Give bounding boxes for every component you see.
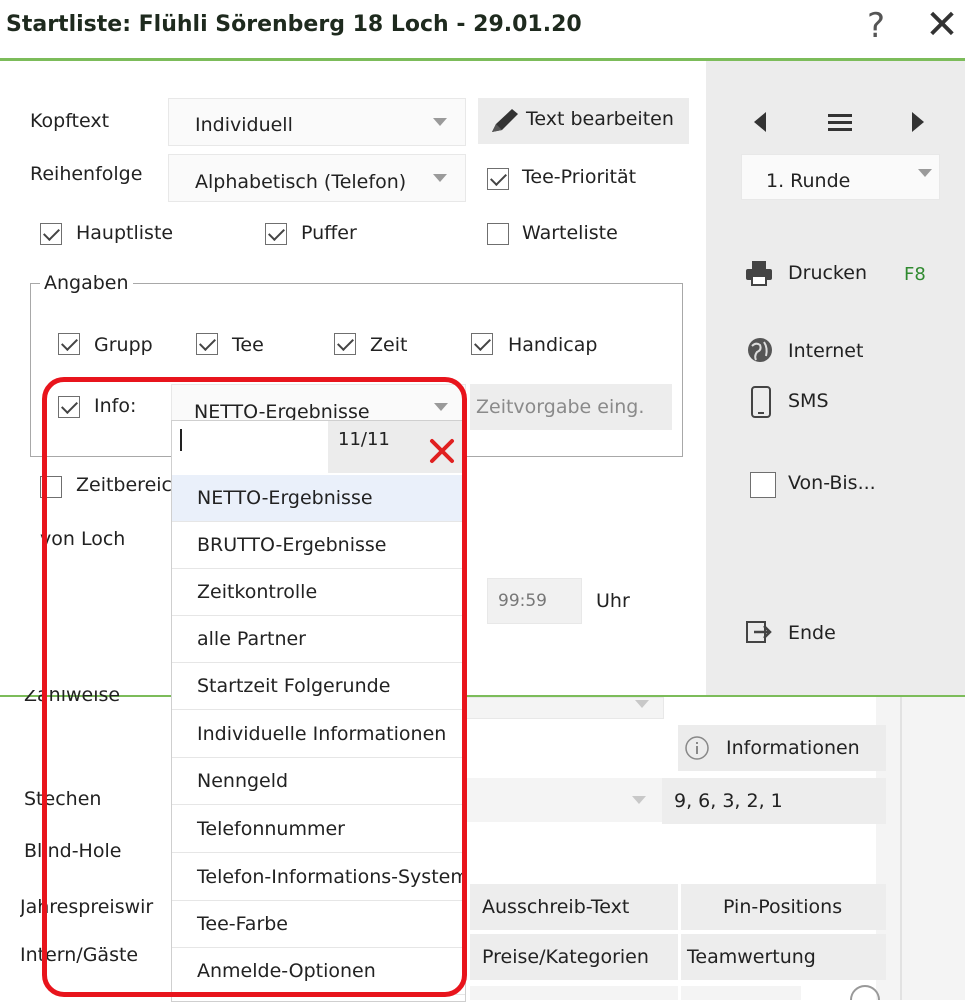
- zeit-checkbox[interactable]: [334, 333, 356, 355]
- drucken-shortcut: F8: [904, 264, 926, 285]
- tee-prioritaet-checkbox[interactable]: [487, 168, 509, 190]
- lower-right-panel: [876, 697, 965, 1000]
- reihenfolge-value: Alphabetisch (Telefon): [195, 171, 407, 193]
- hauptliste-label: Hauptliste: [76, 222, 174, 244]
- preise-kategorien-button[interactable]: Preise/Kategorien: [470, 934, 678, 980]
- informationen-button[interactable]: Informationen: [678, 725, 886, 771]
- preise-kategorien-label: Preise/Kategorien: [482, 946, 649, 968]
- warteliste-checkbox[interactable]: [487, 223, 509, 245]
- hauptliste-checkbox[interactable]: [40, 223, 62, 245]
- chevron-down-icon: [635, 700, 649, 708]
- pencil-icon: [492, 109, 518, 132]
- ausschreib-text-label: Ausschreib-Text: [482, 896, 630, 918]
- stechen-value: 9, 6, 3, 2, 1: [674, 790, 783, 812]
- help-button[interactable]: ?: [856, 4, 896, 48]
- text-bearbeiten-button[interactable]: Text bearbeiten: [478, 98, 689, 144]
- text-bearbeiten-label: Text bearbeiten: [526, 108, 674, 130]
- zeitvorgabe-button[interactable]: Zeitvorgabe eing.: [470, 384, 672, 430]
- tee-checkbox[interactable]: [196, 333, 218, 355]
- chevron-down-icon: [632, 796, 646, 804]
- zeit-label: Zeit: [370, 334, 408, 356]
- lower-field-row-2: [681, 986, 801, 1000]
- reihenfolge-label: Reihenfolge: [30, 163, 143, 185]
- handicap-label: Handicap: [508, 334, 598, 356]
- lower-right-divider: [900, 697, 902, 1000]
- phone-icon: [751, 386, 771, 418]
- grupp-label: Grupp: [94, 334, 153, 356]
- chevron-down-icon: [918, 169, 932, 177]
- handicap-checkbox[interactable]: [471, 333, 493, 355]
- grupp-checkbox[interactable]: [58, 333, 80, 355]
- sms-button[interactable]: SMS: [744, 386, 944, 422]
- ende-label: Ende: [788, 622, 836, 644]
- zeitvorgabe-label: Zeitvorgabe eing.: [476, 396, 645, 418]
- runde-select[interactable]: 1. Runde: [741, 154, 940, 200]
- window-title: Startliste: Flühli Sörenberg 18 Loch - 2…: [6, 12, 582, 37]
- puffer-label: Puffer: [301, 222, 357, 244]
- kopftext-select[interactable]: Individuell: [168, 98, 466, 146]
- uhr-label: Uhr: [596, 590, 630, 612]
- von-bis-label: Von-Bis...: [788, 472, 876, 494]
- ausschreib-text-button[interactable]: Ausschreib-Text: [470, 884, 678, 930]
- reihenfolge-select[interactable]: Alphabetisch (Telefon): [168, 154, 466, 202]
- runde-value: 1. Runde: [766, 170, 851, 192]
- close-button[interactable]: ✕: [922, 2, 962, 48]
- drucken-label: Drucken: [788, 262, 867, 284]
- drucken-button[interactable]: Drucken F8: [744, 256, 959, 296]
- time-input[interactable]: 99:59: [487, 578, 582, 624]
- von-bis-checkbox[interactable]: [750, 472, 776, 498]
- printer-icon: [746, 261, 772, 286]
- pin-positions-button[interactable]: Pin-Positions: [681, 884, 886, 930]
- angaben-label: Angaben: [40, 272, 133, 294]
- previous-icon[interactable]: [748, 108, 772, 136]
- informationen-label: Informationen: [726, 737, 860, 759]
- stechen-value-field[interactable]: 9, 6, 3, 2, 1: [662, 778, 886, 824]
- kopftext-value: Individuell: [195, 114, 293, 136]
- sms-label: SMS: [788, 390, 829, 412]
- next-icon[interactable]: [906, 108, 930, 136]
- chevron-down-icon: [433, 174, 447, 182]
- stechen-select[interactable]: [466, 778, 662, 822]
- tee-label: Tee: [232, 334, 264, 356]
- menu-icon[interactable]: [826, 110, 854, 134]
- tee-prioritaet-label: Tee-Priorität: [522, 166, 637, 188]
- highlight-frame: [42, 377, 467, 997]
- time-value: 99:59: [498, 591, 547, 611]
- ende-button[interactable]: Ende: [744, 616, 944, 652]
- warteliste-label: Warteliste: [522, 222, 618, 244]
- lower-field-row: [470, 986, 678, 1000]
- puffer-checkbox[interactable]: [265, 223, 287, 245]
- kopftext-label: Kopftext: [30, 110, 110, 132]
- exit-icon: [746, 621, 772, 643]
- teamwertung-button[interactable]: Teamwertung: [681, 934, 886, 980]
- info-icon: [685, 736, 709, 760]
- pin-positions-label: Pin-Positions: [723, 896, 843, 918]
- chevron-down-icon: [433, 118, 447, 126]
- internet-label: Internet: [788, 340, 864, 362]
- teamwertung-label: Teamwertung: [687, 946, 816, 968]
- internet-button[interactable]: Internet: [744, 334, 944, 370]
- zaehlweise-select[interactable]: [466, 697, 664, 719]
- globe-icon: [748, 338, 772, 362]
- circle-icon: [850, 985, 880, 1000]
